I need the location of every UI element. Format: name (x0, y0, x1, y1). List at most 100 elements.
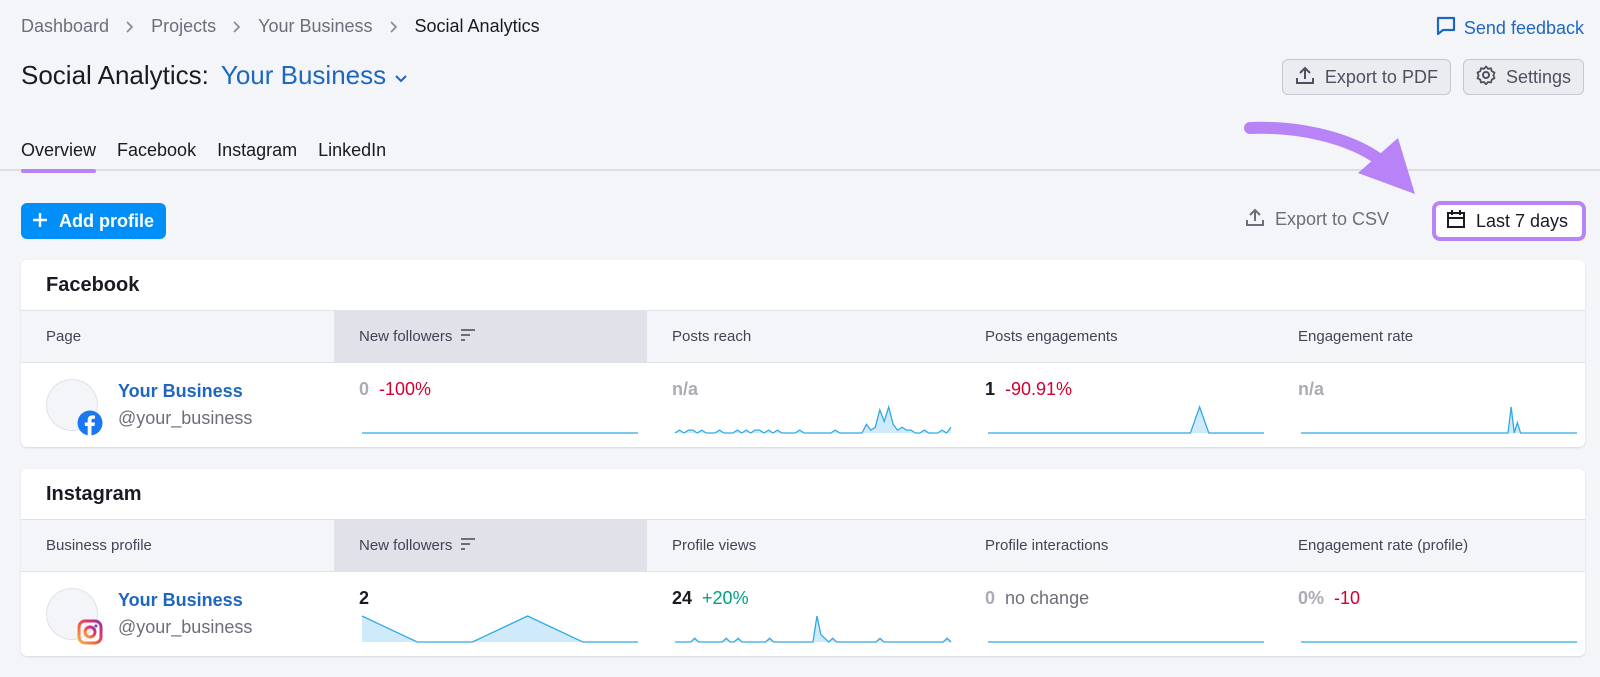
breadcrumb-dashboard[interactable]: Dashboard (21, 16, 109, 37)
header-label: New followers (359, 537, 453, 554)
header-new-followers[interactable]: New followers (334, 311, 647, 362)
chevron-down-icon (394, 60, 408, 91)
sparkline-line (675, 615, 952, 643)
sparkline-area (1301, 407, 1577, 433)
instagram-icon (77, 619, 103, 645)
metric-change: -100% (379, 379, 432, 399)
metric-change: no change (1005, 588, 1090, 608)
metric-profile-views: 24 +20% (647, 572, 960, 656)
header-page: Page (46, 328, 82, 345)
metric-posts-reach: n/a (647, 363, 960, 447)
metric-value: 0 (985, 588, 996, 608)
metric-posts-engagements: 1 -90.91% (960, 363, 1273, 447)
profile-handle: @your_business (118, 408, 253, 428)
sparkline (674, 404, 952, 434)
tab-linkedin[interactable]: LinkedIn (318, 132, 386, 171)
metric-value: 24 (672, 588, 693, 608)
header-posts-engagements[interactable]: Posts engagements (960, 311, 1273, 362)
header-engagement-rate[interactable]: Engagement rate (1273, 311, 1585, 362)
header-profile-interactions[interactable]: Profile interactions (960, 520, 1273, 571)
profile-name-link[interactable]: Your Business (118, 590, 252, 611)
metric-value: 0 (359, 379, 370, 399)
profile-handle: @your_business (118, 617, 253, 637)
sparkline-area (675, 407, 951, 433)
sparkline-area (988, 407, 1264, 433)
metric-value: 1 (985, 379, 996, 399)
add-profile-button[interactable]: Add profile (21, 203, 166, 239)
header-label: New followers (359, 328, 453, 345)
page-title-label: Social Analytics: (21, 60, 209, 90)
facebook-card-title: Facebook (46, 274, 140, 296)
project-name: Your Business (220, 60, 387, 90)
table-row: Your Business @your_business 2 24 +20% 0n… (21, 572, 1585, 656)
project-selector[interactable]: Your Business (221, 60, 408, 91)
sparkline (988, 641, 1264, 643)
tab-facebook[interactable]: Facebook (117, 132, 196, 171)
header-engagement-rate-profile[interactable]: Engagement rate (profile) (1273, 520, 1585, 571)
sparkline (1301, 641, 1577, 643)
facebook-card: Facebook Page New followers Posts reach … (21, 260, 1585, 447)
breadcrumb-current: Social Analytics (414, 16, 540, 36)
send-feedback-link[interactable]: Send feedback (1436, 16, 1584, 41)
header-new-followers[interactable]: New followers (334, 520, 647, 571)
profile-cell: Your Business @your_business (21, 572, 334, 656)
metric-value: 2 (359, 588, 370, 608)
sort-icon[interactable] (460, 328, 476, 345)
metric-value: 0% (1298, 588, 1325, 608)
metric-engagement-rate-profile: 0% -10 (1273, 572, 1585, 656)
export-csv-label: Export to CSV (1275, 209, 1390, 229)
settings-button[interactable]: Settings (1462, 59, 1584, 95)
metric-engagement-rate: n/a (1273, 363, 1585, 447)
export-pdf-button[interactable]: Export to PDF (1281, 59, 1451, 95)
sparkline (362, 432, 638, 434)
header-posts-reach[interactable]: Posts reach (647, 311, 960, 362)
tab-overview[interactable]: Overview (21, 132, 97, 173)
facebook-icon (77, 410, 103, 436)
profile-name-link[interactable]: Your Business (118, 381, 252, 402)
metric-change: -10 (1334, 588, 1361, 608)
sparkline (675, 615, 952, 643)
sparkline (1301, 406, 1577, 434)
sparkline (988, 405, 1264, 434)
table-row: Your Business @your_business 0 -100% n/a … (21, 363, 1585, 447)
table-header: Page New followers Posts reach Posts eng… (21, 310, 1585, 363)
avatar (46, 588, 103, 645)
metric-new-followers: 2 (334, 572, 647, 656)
metric-value: n/a (1298, 379, 1325, 399)
top-actions: Export to PDF Settings (1281, 59, 1584, 95)
export-pdf-label: Export to PDF (1324, 66, 1438, 87)
chevron-right-icon (389, 20, 399, 34)
tab-instagram[interactable]: Instagram (217, 132, 297, 171)
instagram-card-title: Instagram (46, 483, 142, 505)
date-range-label: Last 7 days (1476, 210, 1569, 231)
send-feedback-label: Send feedback (1463, 18, 1584, 38)
feedback-icon (1436, 16, 1456, 41)
calendar-icon (1446, 209, 1466, 234)
instagram-card: Instagram Business profile New followers… (21, 469, 1585, 656)
header-business-profile: Business profile (46, 537, 152, 554)
sparkline (361, 615, 638, 643)
metric-change: +20% (702, 588, 749, 608)
sort-icon[interactable] (460, 537, 476, 554)
upload-icon (1295, 65, 1315, 90)
add-profile-label: Add profile (59, 210, 154, 231)
page-title: Social Analytics: Your Business (21, 60, 408, 91)
settings-label: Settings (1505, 66, 1571, 87)
breadcrumb-projects[interactable]: Projects (151, 16, 216, 37)
export-csv-button[interactable]: Export to CSV (1245, 207, 1389, 232)
breadcrumb-your-business[interactable]: Your Business (258, 16, 372, 37)
profile-cell: Your Business @your_business (21, 363, 334, 447)
metric-new-followers: 0 -100% (334, 363, 647, 447)
avatar (46, 379, 103, 436)
sparkline-line (674, 404, 952, 434)
metric-change: -90.91% (1005, 379, 1073, 399)
metric-value: n/a (672, 379, 699, 399)
sparkline-line (1301, 406, 1577, 434)
metric-profile-interactions: 0 no change (960, 572, 1273, 656)
plus-icon (33, 211, 47, 232)
breadcrumb: Dashboard Projects Your Business Social … (21, 16, 540, 37)
header-profile-views[interactable]: Profile views (647, 520, 960, 571)
annotation-arrow (1244, 121, 1415, 194)
sparkline-line (988, 405, 1264, 434)
date-range-picker[interactable]: Last 7 days (1432, 201, 1586, 241)
